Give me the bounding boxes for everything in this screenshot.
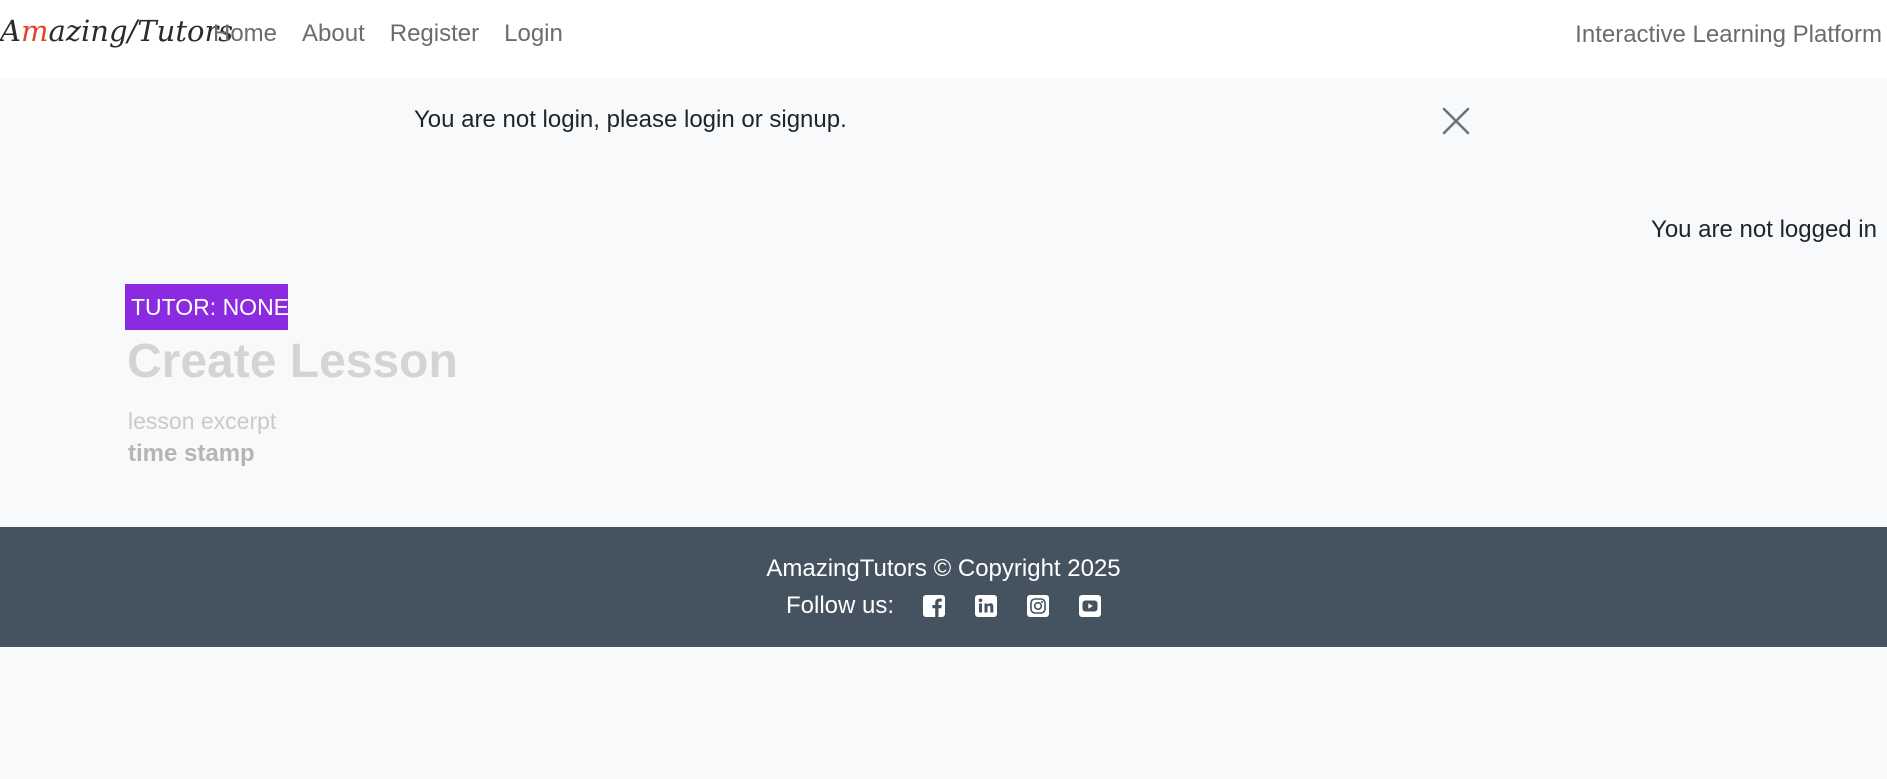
close-icon[interactable]: [1441, 106, 1471, 136]
instagram-icon[interactable]: [1026, 594, 1050, 618]
login-status: You are not logged in: [1651, 216, 1877, 243]
brand-first: A: [0, 14, 21, 48]
follow-label: Follow us:: [786, 592, 895, 619]
alert-message: You are not login, please login or signu…: [414, 106, 847, 133]
footer: AmazingTutors © Copyright 2025 Follow us…: [0, 527, 1887, 647]
linkedin-icon[interactable]: [974, 594, 998, 618]
navbar: Amazing/Tutors Home About Register Login…: [0, 0, 1887, 78]
nav-login-link[interactable]: Login: [504, 20, 563, 48]
lesson-title: Create Lesson: [127, 335, 458, 388]
lesson-timestamp: time stamp: [128, 440, 255, 467]
brand-rest: azing/Tutors: [48, 14, 234, 48]
brand-logo[interactable]: Amazing/Tutors: [0, 14, 233, 48]
youtube-icon[interactable]: [1078, 594, 1102, 618]
nav-links: Home About Register Login: [213, 20, 588, 48]
nav-about-link[interactable]: About: [302, 20, 365, 48]
brand-accent: m: [20, 14, 49, 48]
footer-copyright: AmazingTutors © Copyright 2025: [766, 555, 1121, 582]
tutor-badge: TUTOR: NONE: [125, 284, 288, 330]
nav-home-link[interactable]: Home: [213, 20, 277, 48]
lesson-excerpt: lesson excerpt: [128, 408, 277, 434]
nav-register-link[interactable]: Register: [390, 20, 479, 48]
footer-follow: Follow us:: [786, 592, 1130, 620]
nav-tagline: Interactive Learning Platform: [1575, 21, 1882, 48]
facebook-icon[interactable]: [922, 594, 946, 618]
